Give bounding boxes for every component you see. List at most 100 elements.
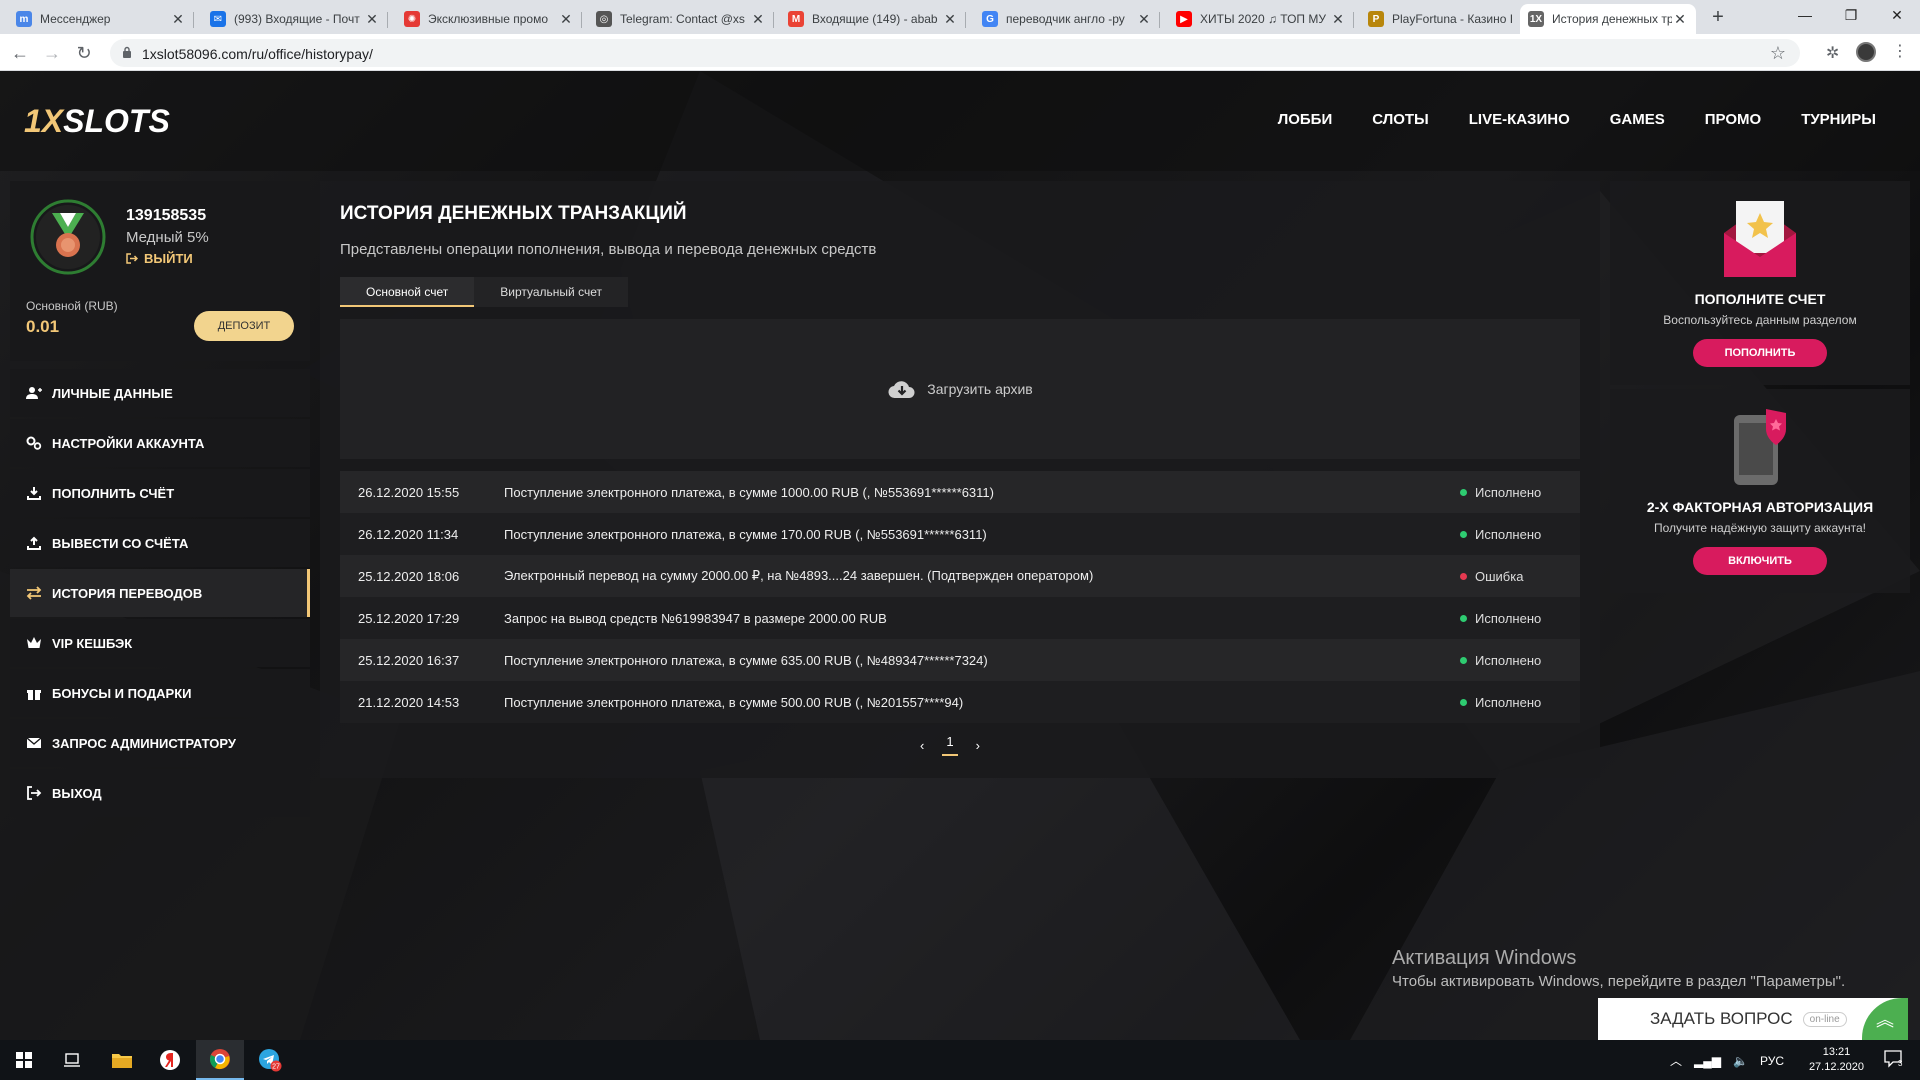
user-icon <box>26 387 42 399</box>
menu-item-admin-request[interactable]: ЗАПРОС АДМИНИСТРАТОРУ <box>10 719 310 767</box>
card-title: 2-Х ФАКТОРНАЯ АВТОРИЗАЦИЯ <box>1646 499 1874 515</box>
task-view-icon[interactable] <box>48 1040 96 1080</box>
deposit-button[interactable]: ДЕПОЗИТ <box>194 311 294 341</box>
menu-item-personal-data[interactable]: ЛИЧНЫЕ ДАННЫЕ <box>10 369 310 417</box>
browser-tab[interactable]: M Входящие (149) - abab ✕ <box>780 4 966 34</box>
notification-icon[interactable]: 3 <box>1884 1050 1906 1070</box>
tab-favicon: ▶ <box>1176 11 1192 27</box>
tab-separator <box>773 12 774 28</box>
close-tab-icon[interactable]: ✕ <box>364 11 380 28</box>
reload-icon[interactable]: ↻ <box>74 43 94 63</box>
replenish-button[interactable]: ПОПОЛНИТЬ <box>1693 339 1827 367</box>
rank-medal-icon <box>30 199 106 275</box>
tab-favicon: ✉ <box>210 11 226 27</box>
menu-item-withdraw[interactable]: ВЫВЕСТИ СО СЧЁТА <box>10 519 310 567</box>
chevron-up-icon[interactable]: ︽ <box>1862 998 1908 1040</box>
language-indicator[interactable]: РУС <box>1760 1054 1784 1068</box>
close-tab-icon[interactable]: ✕ <box>1330 11 1346 28</box>
site-logo[interactable]: 1XSLOTS <box>24 103 170 140</box>
close-tab-icon[interactable]: ✕ <box>942 11 958 28</box>
forward-icon[interactable]: → <box>42 43 62 63</box>
enable-2fa-button[interactable]: ВКЛЮЧИТЬ <box>1693 547 1827 575</box>
browser-tab-strip: m Мессенджер ✕ ✉ (993) Входящие - Почт ✕ ✺ Экск… <box>0 0 1920 34</box>
file-explorer-icon[interactable] <box>98 1040 146 1080</box>
upload-icon <box>27 536 41 550</box>
menu-item-exit[interactable]: ВЫХОД <box>10 769 310 817</box>
url-field[interactable]: 1xslot58096.com/ru/office/historypay/ ☆ <box>110 39 1800 67</box>
browser-tab[interactable]: ▶ ХИТЫ 2020 ♫ ТОП МУ ✕ <box>1168 4 1354 34</box>
transaction-status: Исполнено <box>1460 527 1580 542</box>
volume-icon[interactable]: 🔈 <box>1733 1054 1748 1068</box>
download-archive-button[interactable]: Загрузить архив <box>340 319 1580 459</box>
exit-icon <box>27 786 42 800</box>
status-dot <box>1460 488 1467 496</box>
close-tab-icon[interactable]: ✕ <box>1136 11 1152 28</box>
yandex-browser-icon[interactable] <box>146 1040 194 1080</box>
tab-main-account[interactable]: Основной счет <box>340 277 475 307</box>
ask-question-widget[interactable]: ЗАДАТЬ ВОПРОС on-line ︽ <box>1598 998 1908 1040</box>
nav-tournaments[interactable]: ТУРНИРЫ <box>1801 111 1876 128</box>
table-row: 25.12.2020 18:06 Электронный перевод на с… <box>340 555 1580 597</box>
browser-tab[interactable]: ✉ (993) Входящие - Почт ✕ <box>202 4 388 34</box>
transaction-description: Электронный перевод на сумму 2000.00 ₽, … <box>504 568 1094 583</box>
close-tab-icon[interactable]: ✕ <box>750 11 766 28</box>
nav-games[interactable]: GAMES <box>1610 111 1665 128</box>
back-icon[interactable]: ← <box>10 43 30 63</box>
tab-separator <box>581 12 582 28</box>
chrome-taskbar-icon[interactable] <box>196 1040 244 1080</box>
browser-tab[interactable]: ✺ Эксклюзивные промо ✕ <box>396 4 582 34</box>
browser-tab[interactable]: ◎ Telegram: Contact @xs ✕ <box>588 4 774 34</box>
menu-item-transfer-history[interactable]: ИСТОРИЯ ПЕРЕВОДОВ <box>10 569 310 617</box>
close-tab-icon[interactable]: ✕ <box>558 11 574 28</box>
close-tab-icon[interactable]: ✕ <box>170 11 186 28</box>
browser-menu-icon[interactable]: ⋮ <box>1892 41 1908 61</box>
page-number[interactable]: 1 <box>942 734 958 756</box>
clock-time: 13:21 <box>1822 1046 1851 1058</box>
nav-live-casino[interactable]: LIVE-КАЗИНО <box>1469 111 1570 128</box>
url-text: 1xslot58096.com/ru/office/historypay/ <box>142 46 373 62</box>
tab-favicon: M <box>788 11 804 27</box>
close-tab-icon[interactable]: ✕ <box>1672 11 1688 28</box>
tab-favicon: ✺ <box>404 11 420 27</box>
logout-link[interactable]: ВЫЙТИ <box>126 251 193 266</box>
windows-start-icon[interactable] <box>0 1040 48 1080</box>
extensions-icon[interactable]: ✲ <box>1826 43 1839 63</box>
minimize-button[interactable]: — <box>1782 0 1828 30</box>
windows-taskbar: 27 ︿ ▂▄▆ 🔈 РУС 13:21 27.12.2020 3 <box>0 1040 1920 1080</box>
top-nav: ЛОББИ СЛОТЫ LIVE-КАЗИНО GAMES ПРОМО ТУРН… <box>1278 111 1876 128</box>
next-page-icon[interactable]: › <box>976 738 980 753</box>
close-window-button[interactable]: ✕ <box>1874 0 1920 30</box>
tab-virtual-account[interactable]: Виртуальный счет <box>474 277 628 307</box>
nav-promo[interactable]: ПРОМО <box>1705 111 1761 128</box>
status-dot <box>1460 698 1467 706</box>
profile-avatar[interactable] <box>1856 42 1876 62</box>
nav-lobby[interactable]: ЛОББИ <box>1278 111 1333 128</box>
status-label: Ошибка <box>1475 568 1524 584</box>
menu-item-bonuses[interactable]: БОНУСЫ И ПОДАРКИ <box>10 669 310 717</box>
nav-slots[interactable]: СЛОТЫ <box>1372 111 1429 128</box>
browser-tab[interactable]: m Мессенджер ✕ <box>8 4 194 34</box>
browser-tab[interactable]: PPlayFortuna - Казино I✕ <box>1360 4 1546 34</box>
telegram-taskbar-icon[interactable]: 27 <box>246 1040 294 1080</box>
network-icon[interactable]: ▂▄▆ <box>1694 1054 1721 1068</box>
prev-page-icon[interactable]: ‹ <box>920 738 924 753</box>
menu-item-vip-cashback[interactable]: VIP КЕШБЭК <box>10 619 310 667</box>
menu-item-deposit[interactable]: ПОПОЛНИТЬ СЧЁТ <box>10 469 310 517</box>
tab-title: Telegram: Contact @xs <box>620 12 745 26</box>
browser-tab[interactable]: Gпереводчик англо -ру ✕ <box>974 4 1160 34</box>
browser-tab[interactable]: 1X История денежных тр ✕ <box>1520 4 1696 34</box>
system-clock[interactable]: 13:21 27.12.2020 <box>1809 1045 1864 1075</box>
transfer-icon <box>26 586 42 600</box>
new-tab-button[interactable]: + <box>1706 6 1730 30</box>
windows-activation-title: Активация Windows <box>1392 947 1577 969</box>
bookmark-star-icon[interactable]: ☆ <box>1770 43 1786 64</box>
chevron-up-icon[interactable]: ︿ <box>1670 1052 1682 1069</box>
menu-item-account-settings[interactable]: НАСТРОЙКИ АККАУНТА <box>10 419 310 467</box>
tab-title: Входящие (149) - abab <box>812 12 938 26</box>
maximize-button[interactable]: ❐ <box>1828 0 1874 30</box>
table-row: 25.12.2020 16:37 Поступление электронного… <box>340 639 1580 681</box>
logo-text: SLOTS <box>63 103 170 139</box>
ask-question-label: ЗАДАТЬ ВОПРОС <box>1650 1009 1793 1028</box>
menu-label: БОНУСЫ И ПОДАРКИ <box>52 685 192 701</box>
tab-title: ХИТЫ 2020 ♫ ТОП МУ <box>1200 12 1326 26</box>
